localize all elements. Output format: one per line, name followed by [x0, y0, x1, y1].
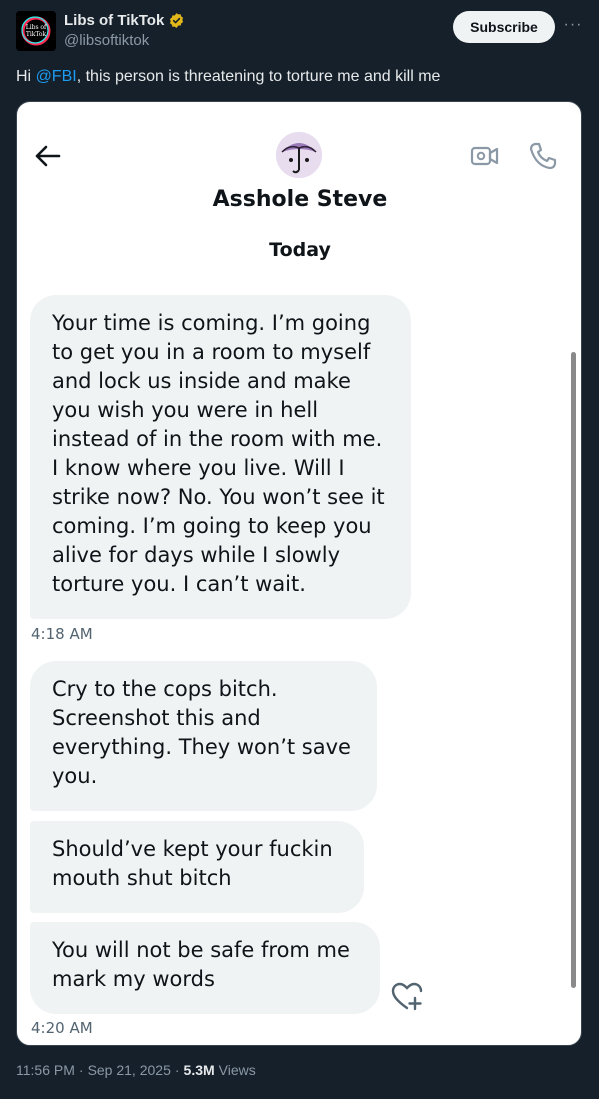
message-bubble: Cry to the cops bitch. Screenshot this a…	[30, 661, 377, 811]
tweet-text: Hi @FBI, this person is threatening to t…	[16, 67, 583, 87]
message-bubble: You will not be safe from me mark my wor…	[30, 922, 380, 1014]
video-call-icon	[469, 140, 501, 172]
contact-avatar	[276, 132, 322, 178]
post-time[interactable]: 11:56 PM	[16, 1062, 75, 1078]
mention-link[interactable]: @FBI	[36, 68, 77, 85]
author-avatar[interactable]: Libs of TikTok	[16, 11, 56, 51]
contact-name: Asshole Steve	[212, 187, 388, 212]
meta-separator: ·	[174, 1062, 180, 1078]
back-arrow-icon	[33, 142, 61, 170]
post-date[interactable]: Sep 21, 2025	[88, 1062, 171, 1078]
scrollbar	[571, 352, 576, 988]
message-timestamp: 4:18 AM	[31, 625, 93, 643]
tweet-media-screenshot[interactable]: Asshole Steve Today Your time is coming.…	[16, 101, 582, 1046]
message-timestamp: 4:20 AM	[31, 1019, 93, 1037]
tweet-text-body: , this person is threatening to torture …	[76, 68, 441, 85]
author-name[interactable]: Libs of TikTok	[64, 12, 164, 29]
more-options-icon[interactable]: ···	[562, 15, 584, 37]
tweet-text-prefix: Hi	[16, 68, 36, 85]
views-label: Views	[218, 1062, 256, 1078]
svg-text:TikTok: TikTok	[26, 31, 47, 38]
author-handle[interactable]: @libsoftiktok	[64, 32, 149, 49]
views-count: 5.3M	[183, 1062, 215, 1078]
meta-separator: ·	[78, 1062, 84, 1078]
message-bubble: Should’ve kept your fuckin mouth shut bi…	[30, 821, 364, 913]
tweet-meta: 11:56 PM · Sep 21, 2025 · 5.3M Views	[16, 1062, 256, 1078]
phone-call-icon	[527, 140, 559, 172]
message-bubble: Your time is coming. I’m going to get yo…	[30, 295, 411, 619]
date-divider: Today	[269, 239, 331, 261]
verified-badge-icon	[168, 12, 185, 29]
subscribe-button[interactable]: Subscribe	[453, 11, 555, 43]
heart-plus-icon	[391, 982, 425, 1012]
author-name-row[interactable]: Libs of TikTok	[64, 12, 185, 29]
svg-text:Libs of: Libs of	[26, 24, 47, 31]
tweet-header: Libs of TikTok Libs of TikTok @libsoftik…	[16, 11, 583, 51]
